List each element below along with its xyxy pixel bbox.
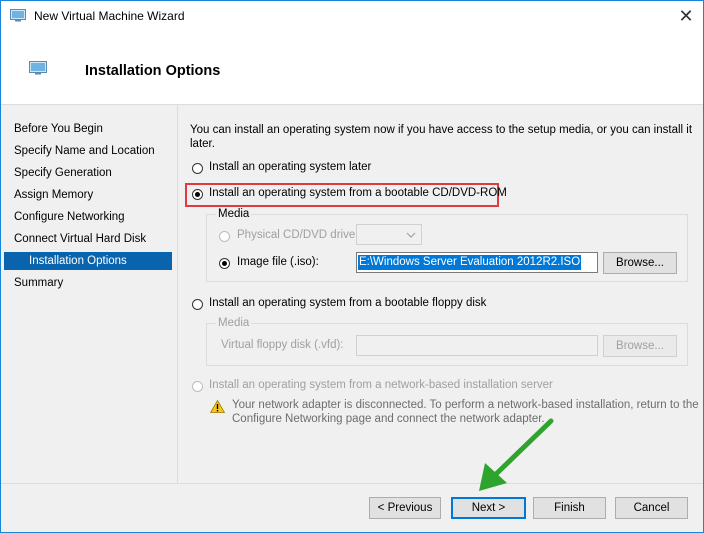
option-install-floppy-label[interactable]: Install an operating system from a boota… — [209, 297, 486, 309]
image-file-label: Image file (.iso): — [237, 256, 319, 268]
nav-item-assign-memory[interactable]: Assign Memory — [4, 186, 172, 204]
radio-install-cd-dvd[interactable] — [192, 189, 203, 200]
page-title: Installation Options — [85, 63, 221, 79]
nav-item-configure-networking[interactable]: Configure Networking — [4, 208, 172, 226]
vm-monitor-icon — [10, 9, 26, 22]
option-install-later-label[interactable]: Install an operating system later — [209, 161, 371, 173]
title-bar: New Virtual Machine Wizard ✕ — [1, 1, 703, 32]
vfd-input[interactable] — [356, 335, 598, 356]
nav-item-connect-vhd[interactable]: Connect Virtual Hard Disk — [4, 230, 172, 248]
radio-install-floppy[interactable] — [192, 299, 203, 310]
wizard-body: Before You Begin Specify Name and Locati… — [1, 105, 703, 532]
finish-button[interactable]: Finish — [533, 497, 606, 519]
vfd-label: Virtual floppy disk (.vfd): — [221, 339, 344, 351]
nav-item-summary[interactable]: Summary — [4, 274, 172, 292]
nav-item-installation-options[interactable]: Installation Options — [4, 252, 172, 270]
radio-image-file[interactable] — [219, 258, 230, 269]
radio-install-network[interactable] — [192, 381, 203, 392]
media-group-cd-legend: Media — [216, 208, 252, 220]
intro-text-line1: You can install an operating system now … — [190, 124, 693, 136]
warning-text-line1: Your network adapter is disconnected. To… — [232, 399, 699, 411]
image-file-value: E:\Windows Server Evaluation 2012R2.ISO — [358, 255, 582, 270]
option-install-network-label[interactable]: Install an operating system from a netwo… — [209, 379, 553, 391]
previous-button[interactable]: < Previous — [369, 497, 441, 519]
wizard-nav: Before You Begin Specify Name and Locati… — [1, 105, 174, 532]
button-bar: < Previous Next > Finish Cancel — [1, 483, 703, 532]
nav-item-specify-name[interactable]: Specify Name and Location — [4, 142, 172, 160]
physical-drive-label: Physical CD/DVD drive: — [237, 229, 359, 241]
chevron-down-icon — [406, 232, 416, 238]
image-file-input[interactable]: E:\Windows Server Evaluation 2012R2.ISO — [356, 252, 598, 273]
intro-text-line2: later. — [190, 138, 215, 150]
annotation-arrow-icon — [479, 418, 554, 491]
window-title: New Virtual Machine Wizard — [34, 9, 185, 23]
close-icon[interactable]: ✕ — [669, 1, 703, 32]
page-header: Installation Options — [1, 32, 703, 105]
next-button[interactable]: Next > — [451, 497, 526, 519]
nav-item-specify-generation[interactable]: Specify Generation — [4, 164, 172, 182]
option-install-cd-dvd-label[interactable]: Install an operating system from a boota… — [209, 187, 507, 199]
browse-iso-button[interactable]: Browse... — [603, 252, 677, 274]
vm-monitor-icon — [29, 61, 47, 75]
browse-vfd-button[interactable]: Browse... — [603, 335, 677, 357]
radio-physical-drive[interactable] — [219, 231, 230, 242]
physical-drive-select[interactable] — [356, 224, 422, 245]
wizard-window: New Virtual Machine Wizard ✕ Installatio… — [0, 0, 704, 533]
media-group-floppy-legend: Media — [216, 317, 252, 329]
content-panel: You can install an operating system now … — [178, 105, 703, 532]
cancel-button[interactable]: Cancel — [615, 497, 688, 519]
warning-icon — [210, 400, 225, 413]
radio-install-later[interactable] — [192, 163, 203, 174]
nav-item-before-you-begin[interactable]: Before You Begin — [4, 120, 172, 138]
